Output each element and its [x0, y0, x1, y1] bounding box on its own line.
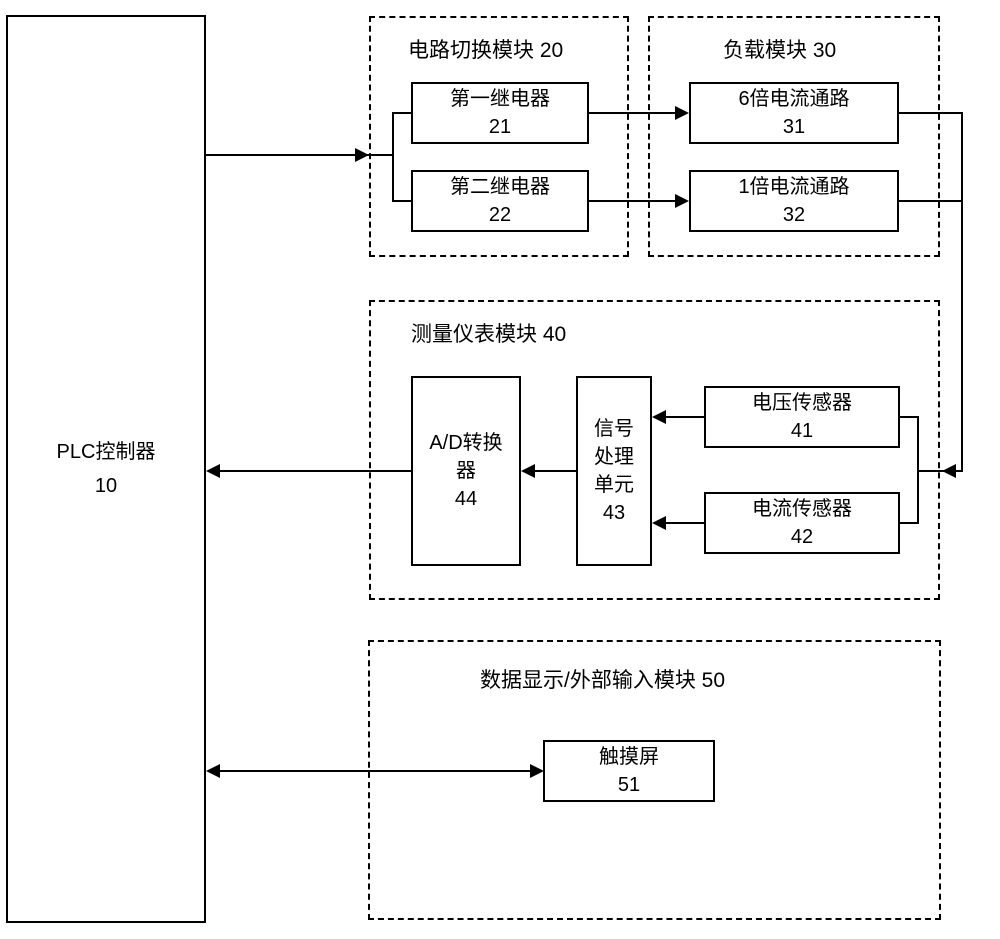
touchscreen-box: 触摸屏 51	[543, 740, 715, 802]
conn-to-41	[900, 416, 919, 418]
conn-plc-to-20-v	[392, 112, 394, 202]
relay-2-box: 第二继电器 22	[411, 170, 589, 232]
conn-to-21	[392, 112, 411, 114]
plc-controller-box: PLC控制器 10	[6, 15, 206, 923]
arrow-42-43	[652, 516, 666, 530]
signal-unit-box: 信号 处理 单元 43	[576, 376, 652, 566]
conn-42-43	[664, 522, 704, 524]
arrow-41-43	[652, 410, 666, 424]
relay-2-label: 第二继电器	[450, 173, 550, 201]
signal-unit-l1: 信号	[594, 415, 634, 443]
conn-32-out	[899, 200, 963, 202]
conn-22-32	[589, 200, 679, 202]
touchscreen-id: 51	[618, 771, 640, 799]
module-20-title: 电路切换模块 20	[408, 34, 563, 64]
path-6x-box: 6倍电流通路 31	[689, 82, 899, 144]
path-1x-label: 1倍电流通路	[738, 173, 849, 201]
arrow-22-32	[675, 194, 689, 208]
plc-label: PLC控制器	[57, 438, 156, 466]
conn-plc-51	[218, 770, 532, 772]
arrow-plc-51	[530, 764, 544, 778]
module-50-title: 数据显示/外部输入模块 50	[480, 664, 725, 694]
relay-1-id: 21	[489, 113, 511, 141]
current-sensor-id: 42	[791, 523, 813, 551]
signal-unit-l2: 处理	[594, 443, 634, 471]
conn-to-22	[392, 200, 411, 202]
plc-id: 10	[95, 472, 117, 500]
voltage-sensor-box: 电压传感器 41	[704, 386, 900, 448]
current-sensor-label: 电流传感器	[752, 495, 852, 523]
voltage-sensor-label: 电压传感器	[752, 389, 852, 417]
ad-converter-box: A/D转换 器 44	[411, 376, 521, 566]
arrow-21-31	[675, 106, 689, 120]
arrow-plc-to-20	[355, 148, 369, 162]
current-sensor-box: 电流传感器 42	[704, 492, 900, 554]
conn-to-42	[900, 522, 919, 524]
path-6x-label: 6倍电流通路	[738, 85, 849, 113]
path-1x-id: 32	[783, 201, 805, 229]
relay-2-id: 22	[489, 201, 511, 229]
arrow-into-40	[942, 464, 956, 478]
arrow-51-plc	[206, 764, 220, 778]
ad-converter-l2: 器	[456, 457, 476, 485]
signal-unit-l3: 单元	[594, 471, 634, 499]
conn-30-to-40-v	[961, 200, 963, 472]
conn-44-plc	[218, 470, 411, 472]
arrow-44-plc	[206, 464, 220, 478]
module-30-title: 负载模块 30	[723, 34, 836, 64]
path-6x-id: 31	[783, 113, 805, 141]
ad-converter-id: 44	[455, 485, 477, 513]
conn-41-43	[664, 416, 704, 418]
conn-43-44	[533, 470, 576, 472]
conn-40-in-h	[917, 470, 963, 472]
conn-31-out	[899, 112, 963, 114]
module-40-title: 测量仪表模块 40	[411, 318, 566, 348]
touchscreen-label: 触摸屏	[599, 743, 659, 771]
signal-unit-id: 43	[603, 499, 625, 527]
conn-40-in-v	[917, 416, 919, 524]
conn-21-31	[589, 112, 679, 114]
voltage-sensor-id: 41	[791, 417, 813, 445]
relay-1-label: 第一继电器	[450, 85, 550, 113]
relay-1-box: 第一继电器 21	[411, 82, 589, 144]
arrow-43-44	[521, 464, 535, 478]
conn-30-right-v	[961, 112, 963, 202]
path-1x-box: 1倍电流通路 32	[689, 170, 899, 232]
ad-converter-l1: A/D转换	[429, 429, 502, 457]
